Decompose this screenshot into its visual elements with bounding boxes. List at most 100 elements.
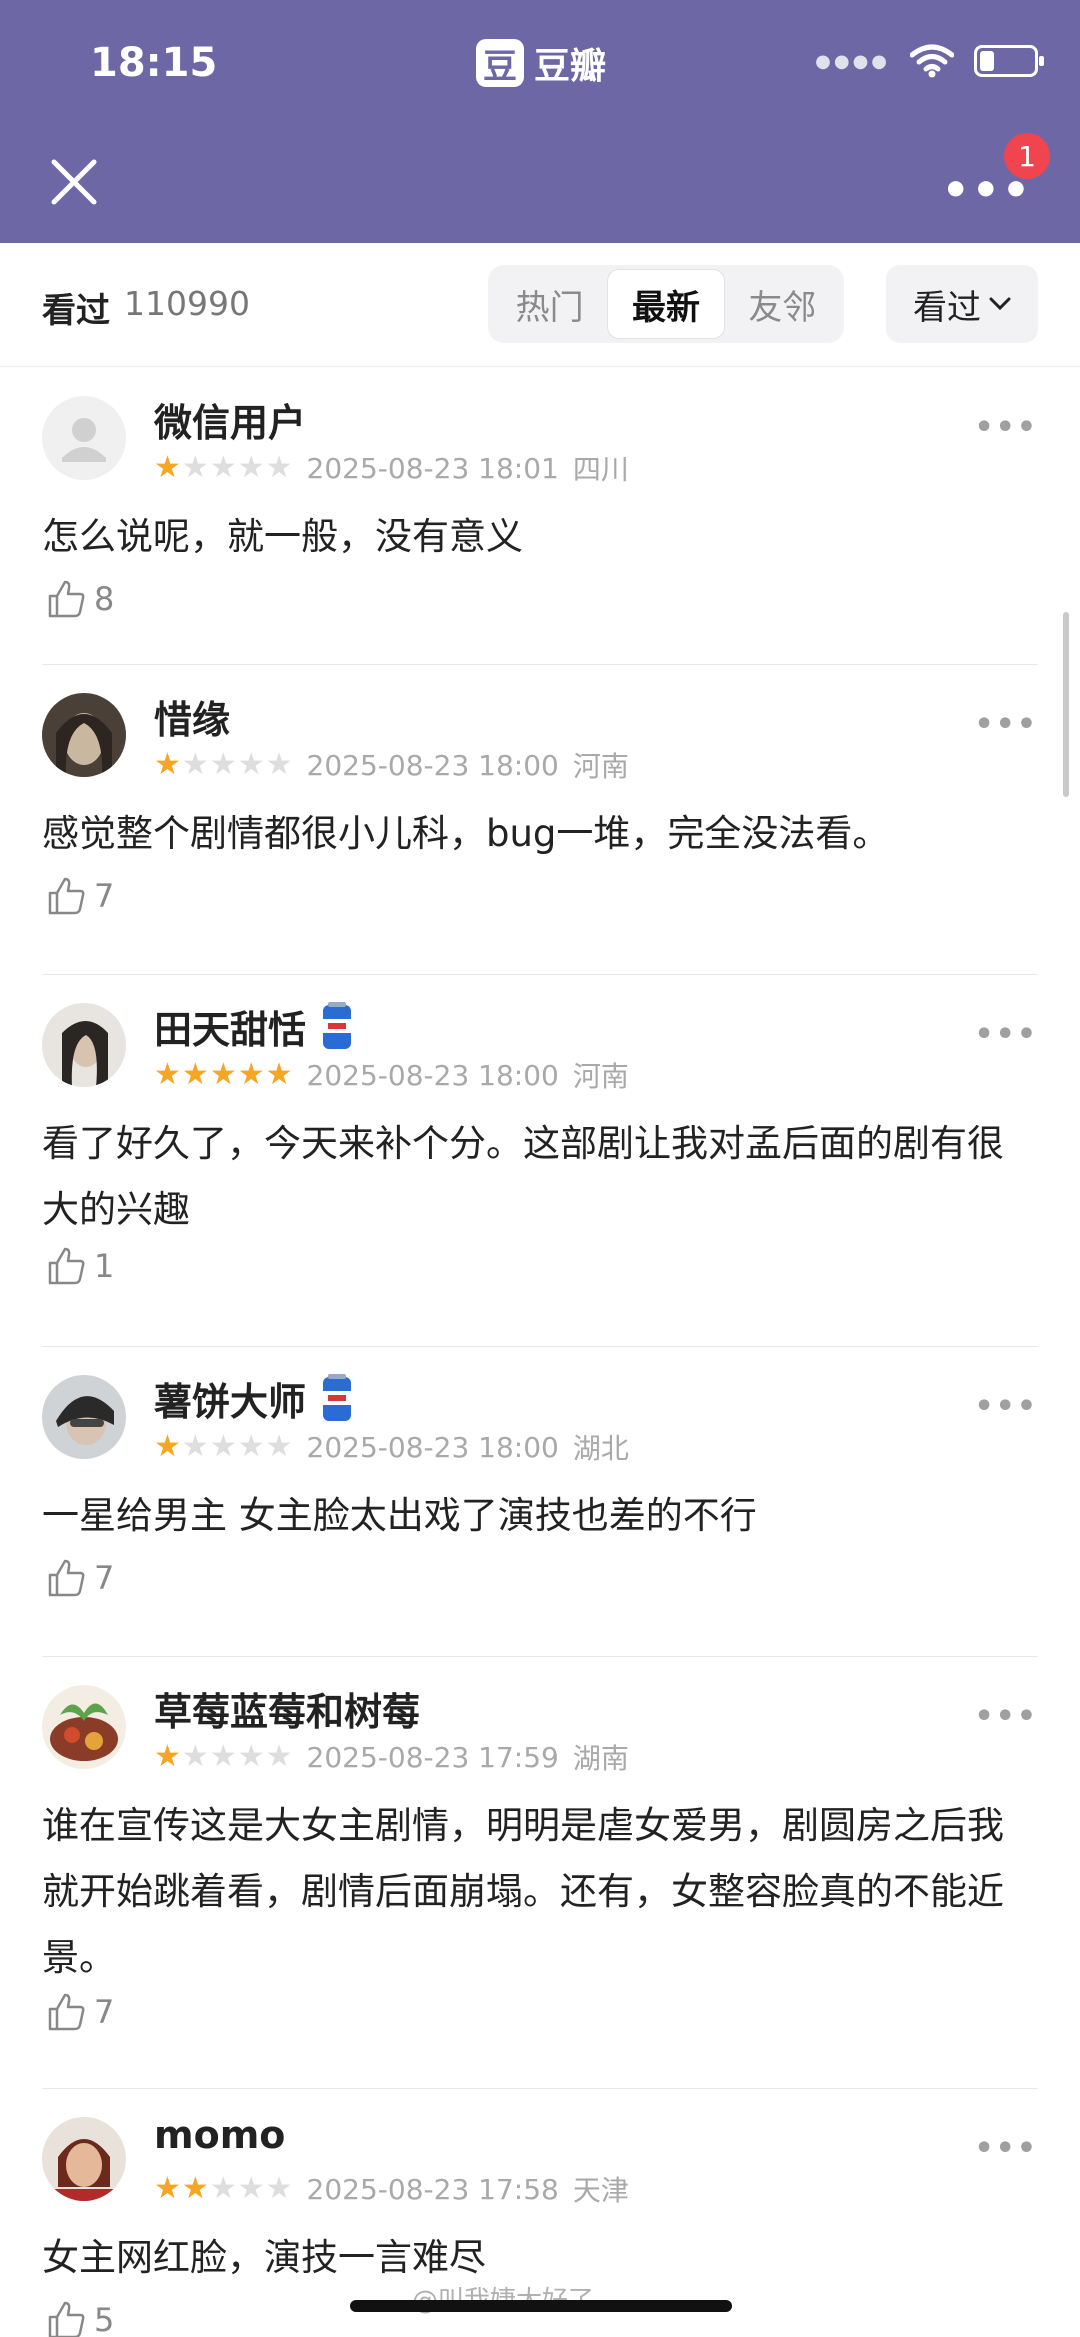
like-button[interactable]: 7 [46, 1557, 114, 1599]
tab-latest[interactable]: 最新 [607, 269, 725, 339]
star-icon: ★ [265, 1429, 293, 1464]
comment-more-button[interactable]: ••• [974, 1389, 1038, 1424]
avatar[interactable] [42, 1685, 126, 1769]
comment-meta: ★ ★ ★ ★ ★ 2025-08-23 18:00 河南 [154, 745, 629, 785]
comment-time: 2025-08-23 17:58 [306, 2172, 559, 2206]
comment-text: 谁在宣传这是大女主剧情，明明是虐女爱男，剧圆房之后我就开始跳着看，剧情后面崩塌。… [42, 1804, 1004, 1979]
star-icon: ★ [209, 1057, 237, 1092]
comment-item: 惜缘 ★ ★ ★ ★ ★ 2025-08-23 18:00 河南 ••• 感觉整个剧情都… [42, 665, 1038, 975]
seen-count: 110990 [124, 284, 250, 323]
tab-hot[interactable]: 热门 [492, 269, 607, 339]
comment-location: 天津 [572, 2174, 629, 2207]
tab-friends[interactable]: 友邻 [725, 269, 840, 339]
comment-item: 田天甜恬 ★ ★ ★ ★ ★ 2025-08-23 18:00 河南 ••• 看了好久了… [42, 975, 1038, 1347]
avatar[interactable] [42, 2117, 126, 2201]
comment-time: 2025-08-23 18:00 [306, 748, 559, 782]
like-button[interactable]: 5 [46, 2299, 114, 2337]
comment-time: 2025-08-23 18:00 [306, 1430, 559, 1464]
beer-can-badge-icon [323, 1001, 352, 1049]
signal-icon: ●●●● [815, 50, 890, 72]
like-count: 7 [94, 1559, 115, 1597]
dropdown-label: 看过 [913, 287, 981, 328]
comment-text: 感觉整个剧情都很小儿科，bug一堆，完全没法看。 [42, 812, 890, 855]
sort-tabs: 热门 最新 友邻 [488, 265, 844, 343]
username[interactable]: 田天甜恬 [154, 999, 354, 1054]
like-button[interactable]: 1 [46, 1245, 114, 1287]
home-indicator[interactable] [350, 2300, 732, 2312]
star-icon: ★ [237, 2171, 265, 2206]
like-button[interactable]: 8 [46, 578, 114, 620]
like-count: 7 [94, 877, 115, 915]
comment-time: 2025-08-23 18:01 [306, 451, 559, 485]
like-count: 7 [94, 1993, 115, 2031]
like-count: 1 [94, 1247, 115, 1285]
seen-label: 看过 [42, 291, 110, 331]
star-icon: ★ [209, 1739, 237, 1774]
avatar[interactable] [42, 693, 126, 777]
rating-stars: ★ ★ ★ ★ ★ [154, 1742, 293, 1772]
star-icon: ★ [154, 1057, 181, 1092]
star-icon: ★ [154, 1429, 181, 1464]
star-icon: ★ [181, 1057, 209, 1092]
avatar[interactable] [42, 1375, 126, 1459]
brand: 豆 豆瓣 [476, 38, 606, 88]
star-icon: ★ [209, 450, 237, 485]
comment-location: 河南 [572, 1060, 629, 1093]
comment-time: 2025-08-23 18:00 [306, 1058, 559, 1092]
star-icon: ★ [237, 1739, 265, 1774]
status-icons: ●●●● [815, 44, 1044, 78]
comment-location: 湖南 [572, 1742, 629, 1775]
star-icon: ★ [181, 1429, 209, 1464]
comment-text: 一星给男主 女主脸太出戏了演技也差的不行 [42, 1494, 757, 1537]
thumbs-up-icon [48, 580, 85, 618]
username[interactable]: momo [154, 2113, 285, 2157]
star-icon: ★ [154, 2171, 181, 2206]
username[interactable]: 惜缘 [154, 689, 230, 744]
star-icon: ★ [265, 1739, 293, 1774]
star-icon: ★ [265, 1057, 293, 1092]
star-icon: ★ [237, 450, 265, 485]
close-icon[interactable] [44, 152, 104, 212]
comment-location: 四川 [572, 453, 629, 486]
like-count: 5 [94, 2301, 115, 2337]
battery-icon [974, 45, 1044, 77]
username[interactable]: 草莓蓝莓和树莓 [154, 1681, 420, 1736]
star-icon: ★ [265, 747, 293, 782]
comment-meta: ★ ★ ★ ★ ★ 2025-08-23 18:00 湖北 [154, 1427, 629, 1467]
comment-item: 草莓蓝莓和树莓 ★ ★ ★ ★ ★ 2025-08-23 17:59 湖南 ••• 谁在… [42, 1657, 1038, 2089]
username[interactable]: 薯饼大师 [154, 1371, 354, 1426]
avatar[interactable] [42, 1003, 126, 1087]
thumbs-up-icon [48, 1559, 85, 1597]
avatar[interactable] [42, 396, 126, 480]
star-icon: ★ [237, 1057, 265, 1092]
star-icon: ★ [181, 2171, 209, 2206]
star-icon: ★ [265, 2171, 293, 2206]
comment-more-button[interactable]: ••• [974, 410, 1038, 445]
rating-stars: ★ ★ ★ ★ ★ [154, 1432, 293, 1462]
like-button[interactable]: 7 [46, 1991, 114, 2033]
douban-logo-icon: 豆 [476, 39, 524, 87]
rating-stars: ★ ★ ★ ★ ★ [154, 750, 293, 780]
rating-stars: ★ ★ ★ ★ ★ [154, 453, 293, 483]
star-icon: ★ [154, 747, 181, 782]
comment-more-button[interactable]: ••• [974, 707, 1038, 742]
status-dropdown[interactable]: 看过 [886, 265, 1038, 343]
wifi-icon [910, 44, 954, 78]
chevron-down-icon [989, 297, 1011, 311]
comment-text: 看了好久了，今天来补个分。这部剧让我对孟后面的剧有很大的兴趣 [42, 1122, 1004, 1231]
comment-location: 湖北 [572, 1432, 629, 1465]
star-icon: ★ [154, 1739, 181, 1774]
comment-more-button[interactable]: ••• [974, 1017, 1038, 1052]
comment-more-button[interactable]: ••• [974, 1699, 1038, 1734]
comment-time: 2025-08-23 17:59 [306, 1740, 559, 1774]
star-icon: ★ [265, 450, 293, 485]
comment-meta: ★ ★ ★ ★ ★ 2025-08-23 18:01 四川 [154, 448, 629, 488]
username[interactable]: 微信用户 [154, 392, 306, 447]
star-icon: ★ [237, 1429, 265, 1464]
comment-text: 怎么说呢，就一般，没有意义 [42, 515, 523, 558]
star-icon: ★ [181, 747, 209, 782]
like-button[interactable]: 7 [46, 875, 114, 917]
comment-item: 薯饼大师 ★ ★ ★ ★ ★ 2025-08-23 18:00 湖北 ••• 一星给男主… [42, 1347, 1038, 1657]
comment-more-button[interactable]: ••• [974, 2131, 1038, 2166]
star-icon: ★ [181, 1739, 209, 1774]
